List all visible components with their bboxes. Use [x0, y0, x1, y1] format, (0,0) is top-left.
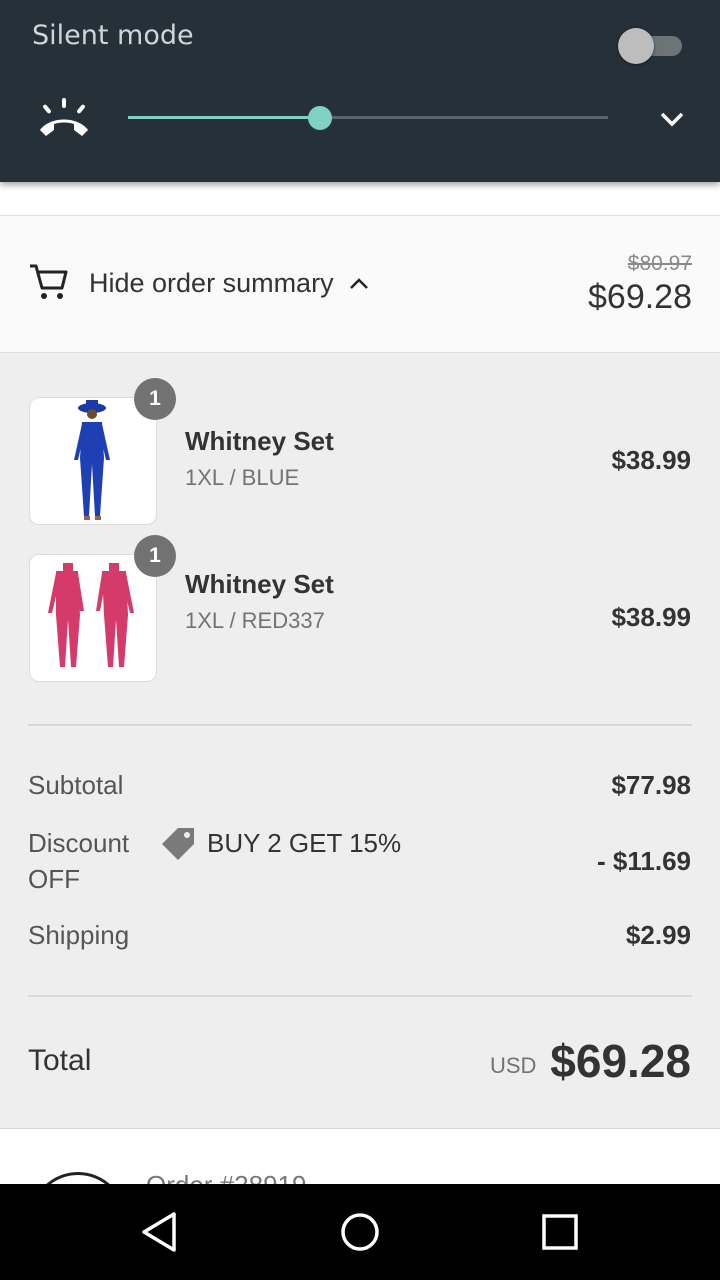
- recents-icon[interactable]: [532, 1204, 588, 1260]
- discount-code-continued: OFF: [28, 864, 80, 894]
- product-price: $38.99: [611, 602, 691, 632]
- quantity-badge: 1: [134, 378, 176, 420]
- original-price: $80.97: [627, 252, 692, 275]
- subtotal-label: Subtotal: [28, 770, 124, 800]
- quantity-badge: 1: [134, 535, 176, 577]
- divider: [28, 724, 692, 726]
- product-thumbnail: 1: [29, 535, 176, 682]
- summary-total-price: $69.28: [588, 278, 692, 316]
- product-name: Whitney Set: [185, 569, 334, 599]
- volume-panel: Silent mode: [0, 0, 720, 182]
- divider: [28, 995, 692, 997]
- system-navigation-bar: [0, 1184, 720, 1280]
- product-variant: 1XL / BLUE: [185, 465, 300, 490]
- discount-value: - $11.69: [597, 846, 691, 876]
- back-icon[interactable]: [132, 1204, 188, 1260]
- home-icon[interactable]: [332, 1204, 388, 1260]
- shipping-value: $2.99: [625, 920, 691, 950]
- shipping-label: Shipping: [28, 920, 130, 950]
- silent-mode-toggle[interactable]: [618, 28, 684, 64]
- total-label: Total: [28, 1044, 92, 1077]
- product-price: $38.99: [611, 445, 691, 475]
- slider-fill: [128, 116, 320, 119]
- toggle-thumb: [618, 28, 654, 64]
- cart-icon: [30, 264, 68, 299]
- product-thumbnail: 1: [29, 378, 176, 525]
- discount-code: BUY 2 GET 15%: [207, 828, 402, 858]
- hide-order-summary-link[interactable]: Hide order summary: [89, 268, 334, 299]
- currency-code: USD: [490, 1053, 537, 1078]
- chevron-down-icon[interactable]: [654, 104, 690, 134]
- ringer-phone-icon[interactable]: [36, 96, 92, 142]
- product-name: Whitney Set: [185, 426, 334, 456]
- red-outfit-image: [48, 563, 134, 667]
- silent-mode-label: Silent mode: [32, 20, 194, 51]
- chevron-up-icon: [350, 278, 368, 289]
- slider-knob[interactable]: [308, 106, 332, 130]
- subtotal-value: $77.98: [611, 770, 691, 800]
- product-variant: 1XL / RED337: [185, 608, 325, 633]
- total-value: $69.28: [550, 1035, 691, 1087]
- discount-label: Discount: [28, 828, 130, 858]
- tag-icon: [162, 828, 194, 860]
- blue-outfit-image: [74, 400, 110, 520]
- volume-slider[interactable]: [128, 104, 608, 132]
